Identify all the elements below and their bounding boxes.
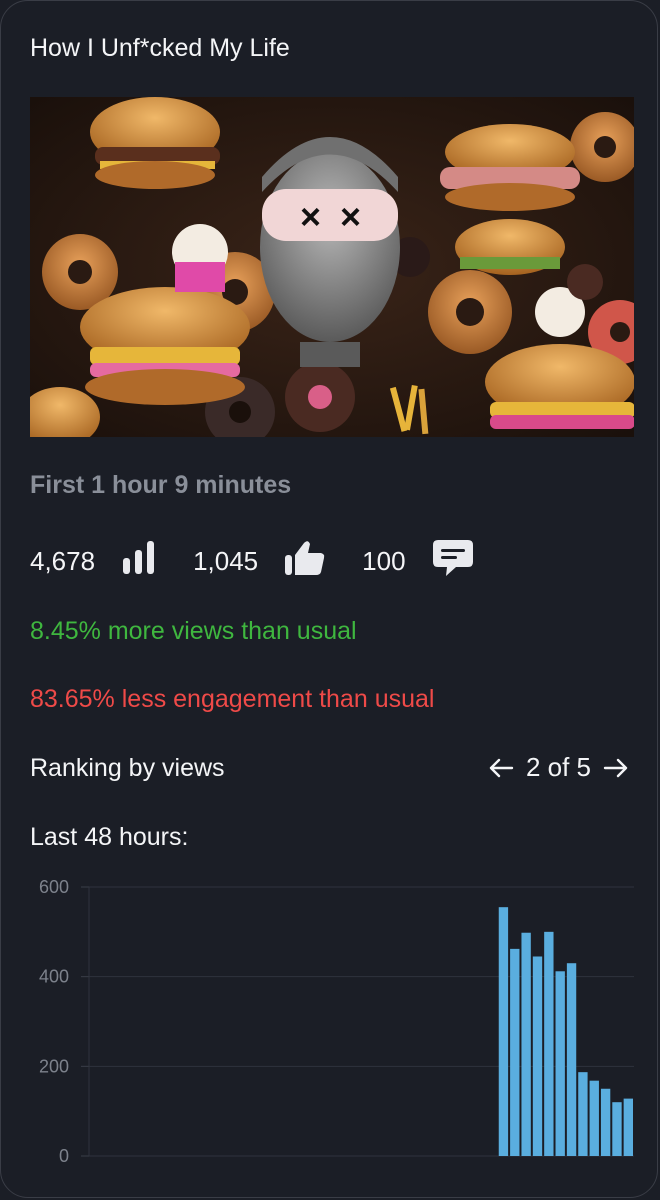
arrow-right-icon[interactable]: [603, 756, 629, 780]
ranking-position: 2 of 5: [525, 752, 591, 782]
chart-bar[interactable]: [510, 948, 520, 1156]
y-tick-label: 400: [39, 967, 69, 987]
comments-count: 100: [362, 545, 406, 576]
post-stats-card: How I Unf*cked My Life × × First 1 hour …: [0, 0, 658, 1198]
chart-bar[interactable]: [555, 971, 565, 1156]
ranking-pager: 2 of 5: [488, 752, 629, 783]
chart-bar[interactable]: [623, 1098, 633, 1156]
thumbnail-image: × ×: [30, 97, 634, 437]
svg-text:×: ×: [300, 196, 321, 237]
y-tick-label: 200: [39, 1056, 69, 1076]
chart-bar[interactable]: [600, 1088, 611, 1156]
chart-label: Last 48 hours:: [30, 823, 189, 851]
arrow-left-icon[interactable]: [488, 756, 514, 780]
svg-text:×: ×: [340, 196, 361, 237]
likes-count: 1,045: [193, 545, 259, 576]
chart-bar[interactable]: [566, 963, 577, 1156]
views-comparison: 8.45% more views than usual: [30, 617, 357, 645]
chart-bar[interactable]: [521, 932, 531, 1156]
bar-chart-icon: [121, 540, 157, 583]
time-period-label: First 1 hour 9 minutes: [30, 471, 292, 499]
chart-bar[interactable]: [498, 907, 509, 1156]
y-tick-label: 600: [39, 877, 69, 897]
chart-bar[interactable]: [589, 1080, 599, 1156]
thumbs-up-icon: [284, 539, 326, 584]
chart-bar[interactable]: [578, 1072, 588, 1156]
chart-bar[interactable]: [532, 956, 543, 1156]
post-title: How I Unf*cked My Life: [30, 34, 290, 62]
chart-bar[interactable]: [544, 931, 554, 1156]
views-bar-chart: 0 200 400 600: [39, 877, 634, 1166]
chart-bar[interactable]: [612, 1102, 622, 1156]
stats-row: 4,678 1,045 100: [30, 539, 510, 584]
views-count: 4,678: [30, 545, 96, 576]
ranking-label: Ranking by views: [30, 754, 225, 782]
y-tick-label: 0: [59, 1146, 69, 1166]
engagement-comparison: 83.65% less engagement than usual: [30, 685, 435, 713]
post-thumbnail[interactable]: × ×: [30, 97, 634, 437]
comment-icon: [432, 538, 474, 585]
